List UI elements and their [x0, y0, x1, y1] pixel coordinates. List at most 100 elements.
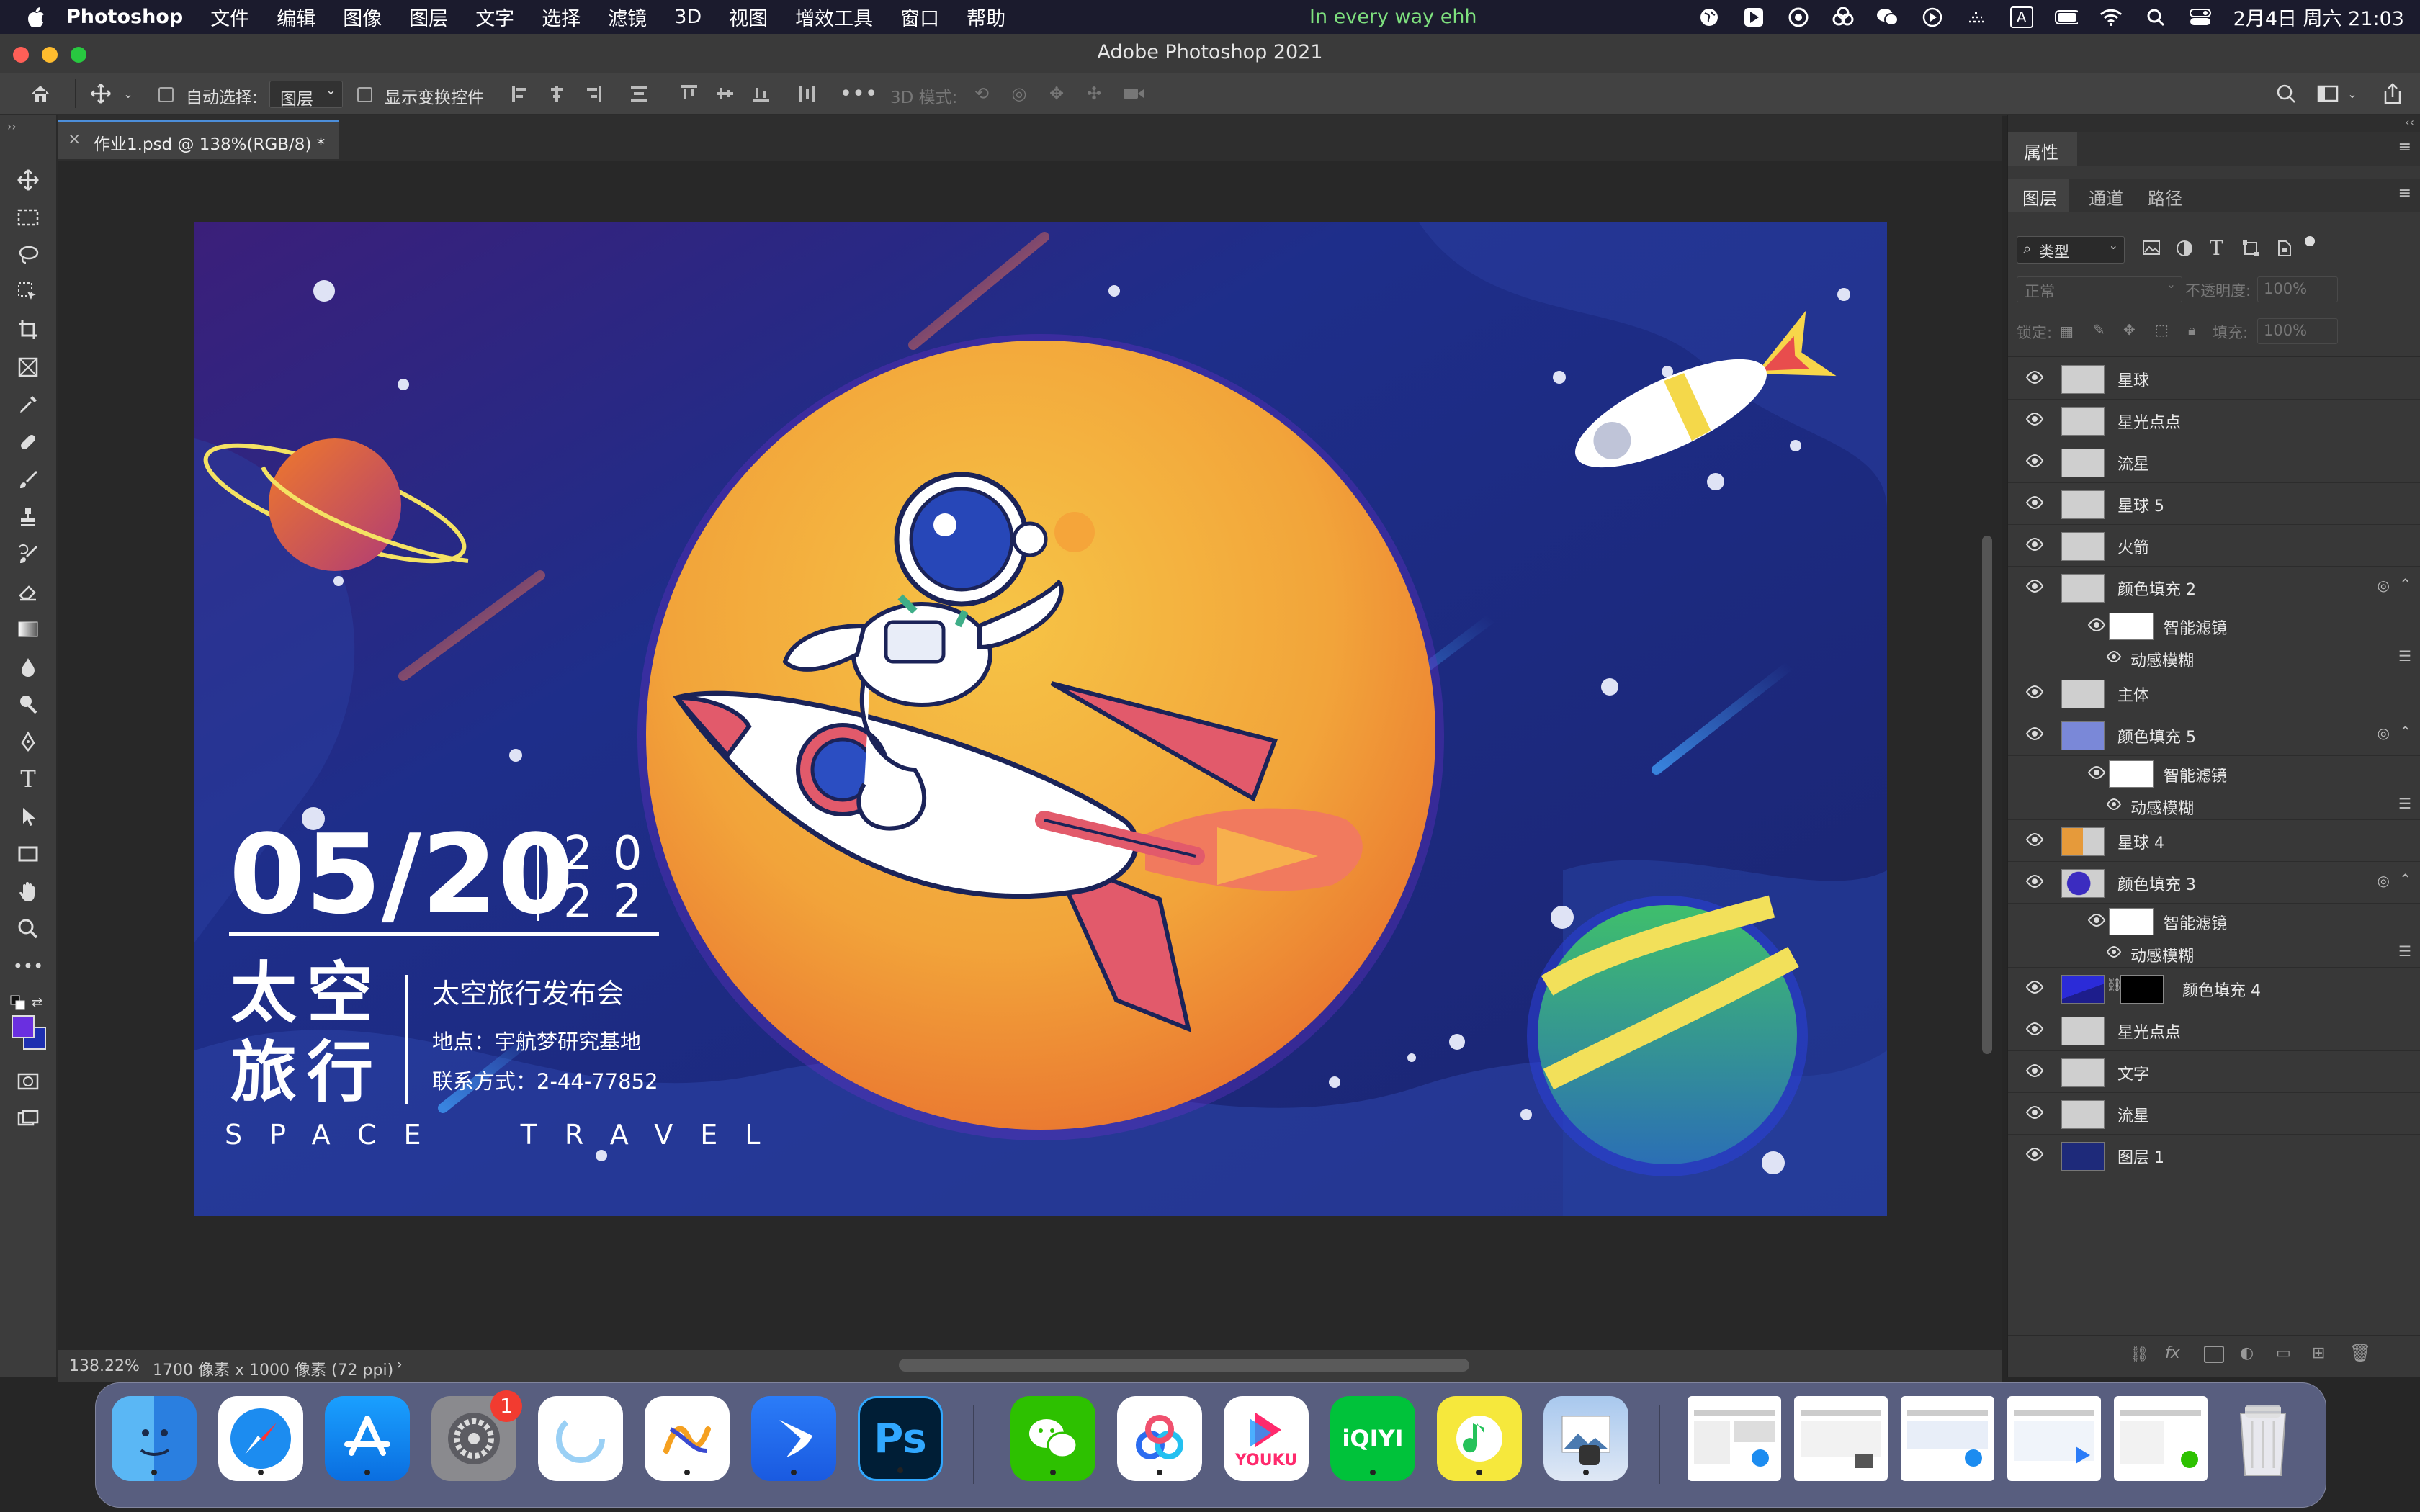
- eye-icon[interactable]: [2025, 830, 2044, 849]
- align-bottom-icon[interactable]: [749, 82, 774, 105]
- path-selection-tool-icon[interactable]: [10, 801, 46, 832]
- new-group-icon[interactable]: ▭: [2276, 1344, 2291, 1362]
- 3d-orbit-icon[interactable]: ⟲: [969, 82, 994, 105]
- auto-select-checkbox[interactable]: [158, 87, 174, 102]
- quick-mask-icon[interactable]: [10, 1066, 46, 1097]
- lock-artboard-icon[interactable]: ⬚: [2155, 321, 2169, 338]
- filter-toggle-icon[interactable]: [2305, 236, 2315, 246]
- app-menu[interactable]: Photoshop: [66, 6, 183, 28]
- align-hcenter-icon[interactable]: [544, 82, 569, 105]
- iqiyi-icon[interactable]: iQIYI: [1330, 1396, 1415, 1481]
- collapse-panel-icon[interactable]: ››: [7, 120, 17, 133]
- zoom-tool-icon[interactable]: [10, 913, 46, 945]
- eye-icon[interactable]: [2025, 493, 2044, 512]
- menu-select[interactable]: 选择: [542, 3, 581, 31]
- panel-menu-icon[interactable]: ≡: [2398, 184, 2411, 202]
- close-tab-icon[interactable]: ×: [68, 130, 81, 148]
- layer-row[interactable]: 图层 1: [2008, 1135, 2420, 1176]
- now-playing-text[interactable]: In every way ehh: [1309, 6, 1477, 28]
- gradient-tool-icon[interactable]: [10, 613, 46, 645]
- eraser-tool-icon[interactable]: [10, 576, 46, 608]
- layer-row[interactable]: 颜色填充 5 ◎ ⌃: [2008, 714, 2420, 756]
- tab-paths[interactable]: 路径: [2148, 184, 2182, 210]
- eyedropper-tool-icon[interactable]: [10, 389, 46, 420]
- finder-icon[interactable]: [112, 1396, 197, 1481]
- smart-filter-row[interactable]: 智能滤镜: [2008, 904, 2420, 937]
- filter-options-icon[interactable]: ☰: [2398, 942, 2411, 960]
- history-brush-tool-icon[interactable]: [10, 539, 46, 570]
- filter-adjustment-icon[interactable]: [2175, 239, 2197, 259]
- chevron-up-icon[interactable]: ⌃: [2399, 870, 2411, 888]
- pen-tool-icon[interactable]: [10, 726, 46, 757]
- wifi-icon[interactable]: [2099, 7, 2123, 27]
- layer-row[interactable]: 主体: [2008, 672, 2420, 714]
- layer-row[interactable]: 星球 4: [2008, 820, 2420, 862]
- menu-3d[interactable]: 3D: [674, 6, 702, 28]
- tab-channels[interactable]: 通道: [2089, 184, 2123, 210]
- layer-row[interactable]: 颜色填充 2 ◎ ⌃: [2008, 567, 2420, 608]
- hand-tool-icon[interactable]: [10, 876, 46, 907]
- eye-icon[interactable]: [2025, 451, 2044, 470]
- wechat-tray-icon[interactable]: [1876, 7, 1899, 27]
- eye-icon[interactable]: [2025, 1020, 2044, 1038]
- align-right-icon[interactable]: [581, 82, 605, 105]
- menu-plugins[interactable]: 增效工具: [795, 3, 873, 31]
- lock-paint-icon[interactable]: ✎: [2093, 321, 2105, 338]
- canvas-area[interactable]: 05/20 20 22 太空 旅行 太空旅行发布会 地点：宇航梦研究基地 联系方…: [58, 161, 2002, 1350]
- home-icon[interactable]: [26, 82, 55, 105]
- chevron-up-icon[interactable]: ⌃: [2399, 723, 2411, 740]
- object-selection-tool-icon[interactable]: [10, 276, 46, 308]
- chevron-down-icon[interactable]: ⌄: [2345, 82, 2360, 105]
- loader-icon[interactable]: [538, 1396, 623, 1481]
- minimized-window-thumbnail[interactable]: [2007, 1396, 2101, 1481]
- smart-filter-row[interactable]: 智能滤镜: [2008, 608, 2420, 642]
- trash-icon[interactable]: [2220, 1396, 2305, 1481]
- layer-row[interactable]: 星光点点: [2008, 1009, 2420, 1051]
- eye-icon[interactable]: [2025, 1145, 2044, 1164]
- chevron-down-icon[interactable]: ⌄: [121, 82, 135, 105]
- lock-position-icon[interactable]: ✥: [2123, 321, 2136, 338]
- clone-stamp-tool-icon[interactable]: [10, 501, 46, 533]
- opacity-input[interactable]: 100%: [2257, 276, 2338, 302]
- battery-icon[interactable]: [2054, 7, 2078, 27]
- minimized-window-thumbnail[interactable]: [1901, 1396, 1994, 1481]
- brush-tool-icon[interactable]: [10, 464, 46, 495]
- dodge-tool-icon[interactable]: [10, 688, 46, 720]
- layer-style-icon[interactable]: fx: [2165, 1344, 2180, 1362]
- minimized-window-thumbnail[interactable]: [1688, 1396, 1781, 1481]
- filter-type-icon[interactable]: T: [2210, 236, 2223, 260]
- type-tool-icon[interactable]: T: [10, 763, 46, 795]
- lasso-tool-icon[interactable]: [10, 239, 46, 271]
- link-layers-icon[interactable]: ⛓︎: [2129, 1346, 2149, 1364]
- filter-item-row[interactable]: 动感模糊 ☰: [2008, 937, 2420, 968]
- filter-pixel-icon[interactable]: [2142, 239, 2164, 259]
- align-vcenter-icon[interactable]: [713, 82, 738, 105]
- eye-icon[interactable]: [2106, 649, 2122, 665]
- eye-icon[interactable]: [2106, 944, 2122, 960]
- screen-mirroring-icon[interactable]: [1966, 7, 1989, 27]
- eye-icon[interactable]: [2025, 683, 2044, 701]
- eye-icon[interactable]: [2025, 535, 2044, 554]
- menu-layer[interactable]: 图层: [409, 3, 448, 31]
- move-tool-icon[interactable]: [86, 82, 115, 105]
- properties-tab[interactable]: 属性: [2008, 132, 2077, 166]
- zoom-level[interactable]: 138.22%: [69, 1357, 140, 1375]
- distribute-icon[interactable]: [627, 82, 651, 105]
- menu-filter[interactable]: 滤镜: [608, 3, 647, 31]
- feishu-icon[interactable]: [751, 1396, 836, 1481]
- 3d-camera-icon[interactable]: [1119, 82, 1148, 105]
- adjustment-layer-icon[interactable]: ◐: [2240, 1344, 2254, 1362]
- frame-tool-icon[interactable]: [10, 351, 46, 383]
- clock-text[interactable]: 2月4日 周六 21:03: [2233, 3, 2404, 31]
- search-icon[interactable]: [2144, 7, 2167, 27]
- distribute-vertical-icon[interactable]: [795, 82, 820, 105]
- qq-music-icon[interactable]: [1437, 1396, 1522, 1481]
- system-preferences-icon[interactable]: 1: [431, 1390, 522, 1481]
- menu-image[interactable]: 图像: [343, 3, 382, 31]
- filter-shape-icon[interactable]: [2241, 239, 2263, 259]
- swap-colors-icon[interactable]: ⇄: [32, 995, 42, 1010]
- foreground-color-swatch[interactable]: [12, 1015, 35, 1038]
- eye-icon[interactable]: [2025, 978, 2044, 996]
- apple-icon[interactable]: [27, 6, 46, 28]
- eye-icon[interactable]: [2025, 577, 2044, 595]
